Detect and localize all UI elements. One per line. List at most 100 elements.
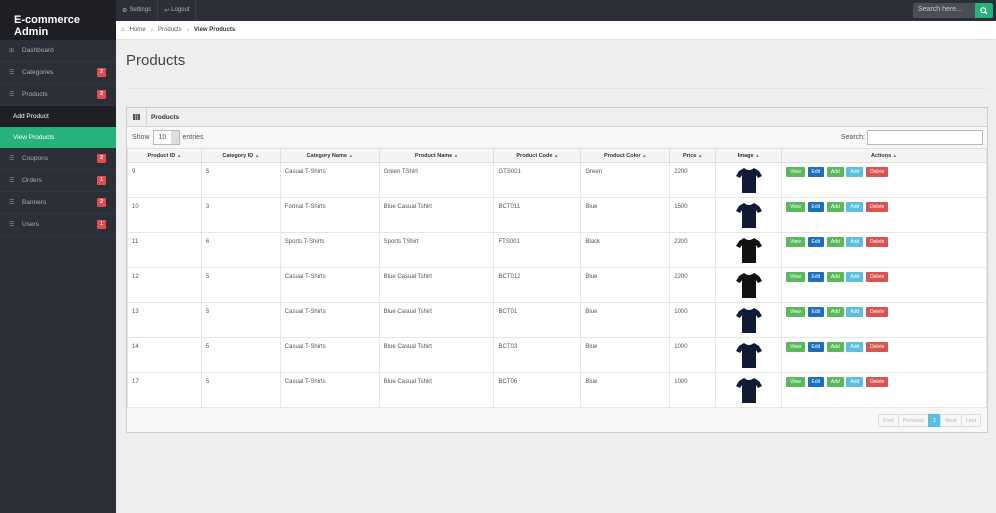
add-button[interactable]: Add bbox=[826, 342, 844, 352]
add-button[interactable]: Add bbox=[846, 377, 864, 387]
view-button[interactable]: View bbox=[786, 272, 805, 282]
search-input[interactable]: Search here... bbox=[913, 3, 975, 18]
col-header[interactable]: Product Name ▲ bbox=[378, 148, 495, 163]
show-label: Show bbox=[132, 134, 150, 141]
col-header[interactable]: Category ID ▲ bbox=[200, 148, 281, 163]
sidebar-item-categories[interactable]: ☰ Categories 2 bbox=[0, 62, 116, 84]
delete-button[interactable]: Delete bbox=[865, 342, 889, 352]
table-cell: Blue bbox=[580, 337, 671, 373]
table-search-input[interactable] bbox=[867, 130, 983, 145]
add-button[interactable]: Add bbox=[826, 272, 844, 282]
breadcrumb-products[interactable]: Products bbox=[158, 27, 182, 33]
breadcrumb-current: View Products bbox=[194, 27, 236, 33]
table-cell: 5 bbox=[200, 302, 281, 338]
col-header[interactable]: Price ▲ bbox=[669, 148, 717, 163]
delete-button[interactable]: Delete bbox=[865, 377, 889, 387]
col-header[interactable]: Actions ▲ bbox=[781, 148, 987, 163]
entries-select[interactable]: 10 bbox=[152, 130, 180, 145]
col-header[interactable]: Product ID ▲ bbox=[127, 148, 202, 163]
table-cell: 2200 bbox=[669, 232, 717, 268]
view-button[interactable]: View bbox=[786, 237, 805, 247]
widget-header: Products bbox=[127, 107, 987, 127]
col-header[interactable]: Product Code ▲ bbox=[493, 148, 582, 163]
col-header[interactable]: Image ▲ bbox=[715, 148, 783, 163]
add-button[interactable]: Add bbox=[826, 167, 844, 177]
delete-button[interactable]: Delete bbox=[865, 202, 889, 212]
add-button[interactable]: Add bbox=[826, 307, 844, 317]
pager-next[interactable]: Next bbox=[940, 414, 962, 427]
table-cell: 13 bbox=[127, 302, 202, 338]
list-icon: ☰ bbox=[9, 200, 15, 206]
product-image-cell bbox=[715, 267, 783, 303]
view-button[interactable]: View bbox=[786, 307, 805, 317]
search-icon bbox=[980, 6, 988, 15]
table-cell: Formal T-Shirts bbox=[279, 197, 380, 233]
table-cell: Blue Casual Tshirt bbox=[378, 372, 495, 408]
view-button[interactable]: View bbox=[786, 202, 805, 212]
table-cell: BCT011 bbox=[493, 197, 582, 233]
sidebar-subitem-add-product[interactable]: Add Product bbox=[0, 106, 116, 127]
add-button[interactable]: Add bbox=[846, 342, 864, 352]
add-button[interactable]: Add bbox=[826, 202, 844, 212]
edit-button[interactable]: Edit bbox=[807, 307, 825, 317]
delete-button[interactable]: Delete bbox=[865, 237, 889, 247]
edit-button[interactable]: Edit bbox=[807, 167, 825, 177]
delete-button[interactable]: Delete bbox=[865, 307, 889, 317]
product-image-cell bbox=[715, 197, 783, 233]
add-button[interactable]: Add bbox=[846, 307, 864, 317]
top-nav: ⚙ Settings ↩ Logout bbox=[116, 0, 197, 21]
search-label: Search: bbox=[840, 134, 865, 141]
sidebar-subitem-view-products[interactable]: View Products bbox=[0, 127, 116, 148]
add-button[interactable]: Add bbox=[846, 237, 864, 247]
search-button[interactable] bbox=[975, 3, 993, 18]
tshirt-image bbox=[735, 238, 762, 263]
col-header[interactable]: Category Name ▲ bbox=[279, 148, 380, 163]
tshirt-image bbox=[735, 378, 762, 403]
add-button[interactable]: Add bbox=[826, 237, 844, 247]
edit-button[interactable]: Edit bbox=[807, 272, 825, 282]
sidebar-item-orders[interactable]: ☰ Orders 1 bbox=[0, 170, 116, 192]
sidebar-item-coupons[interactable]: ☰ Coupons 2 bbox=[0, 148, 116, 170]
add-button[interactable]: Add bbox=[826, 377, 844, 387]
add-button[interactable]: Add bbox=[846, 272, 864, 282]
add-button[interactable]: Add bbox=[846, 167, 864, 177]
breadcrumb-home[interactable]: Home bbox=[130, 27, 146, 33]
view-button[interactable]: View bbox=[786, 342, 805, 352]
view-button[interactable]: View bbox=[786, 377, 805, 387]
products-table: Product ID ▲ Category ID ▲ Category Name… bbox=[127, 148, 987, 408]
table-cell: Blue Casual Tshirt bbox=[378, 302, 495, 338]
add-button[interactable]: Add bbox=[846, 202, 864, 212]
pager-first[interactable]: First bbox=[878, 414, 899, 427]
table-cell: 14 bbox=[127, 337, 202, 373]
tshirt-image bbox=[735, 273, 762, 298]
logout-link[interactable]: ↩ Logout bbox=[158, 0, 197, 21]
table-cell: Sports T-Shirts bbox=[279, 232, 380, 268]
settings-link[interactable]: ⚙ Settings bbox=[116, 0, 159, 21]
edit-button[interactable]: Edit bbox=[807, 237, 825, 247]
product-image-cell bbox=[715, 372, 783, 408]
sidebar-item-dashboard[interactable]: ⊞ Dashboard bbox=[0, 40, 116, 62]
table-cell: 1000 bbox=[669, 372, 717, 408]
col-header[interactable]: Product Color ▲ bbox=[580, 148, 671, 163]
delete-button[interactable]: Delete bbox=[865, 167, 889, 177]
table-cell: 2200 bbox=[669, 267, 717, 303]
table-cell: 5 bbox=[200, 267, 281, 303]
pager-previous[interactable]: Previous bbox=[897, 414, 930, 427]
pager-last[interactable]: Last bbox=[960, 414, 981, 427]
sidebar-item-users[interactable]: ☰ Users 1 bbox=[0, 214, 116, 236]
delete-button[interactable]: Delete bbox=[865, 272, 889, 282]
actions-cell: View Edit Add Add Delete bbox=[781, 162, 987, 198]
edit-button[interactable]: Edit bbox=[807, 342, 825, 352]
edit-button[interactable]: Edit bbox=[807, 202, 825, 212]
sidebar-item-products[interactable]: ☰ Products 2 bbox=[0, 84, 116, 106]
widget-title: Products bbox=[151, 113, 180, 121]
sidebar: ⊞ Dashboard ☰ Categories 2 ☰ Products 2 … bbox=[0, 40, 116, 513]
table-header-row: Product ID ▲ Category ID ▲ Category Name… bbox=[127, 148, 987, 163]
actions-cell: View Edit Add Add Delete bbox=[781, 302, 987, 338]
sidebar-item-banners[interactable]: ☰ Banners 2 bbox=[0, 192, 116, 214]
table-controls: Show 10 entries Search: bbox=[127, 127, 987, 148]
view-button[interactable]: View bbox=[786, 167, 805, 177]
app-title[interactable]: E-commerce Admin bbox=[0, 0, 116, 40]
edit-button[interactable]: Edit bbox=[807, 377, 825, 387]
product-image-cell bbox=[715, 302, 783, 338]
